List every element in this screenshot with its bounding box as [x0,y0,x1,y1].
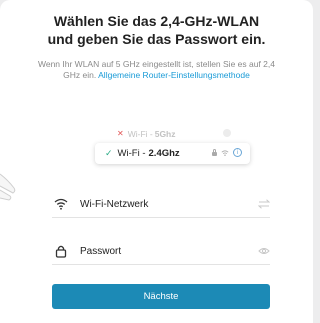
info-icon: i [233,148,242,157]
wifi-network-label: Wi-Fi-Netzwerk [80,198,149,210]
band-24ghz-name: 2.4Ghz [148,148,180,159]
small-wifi-icon [221,149,229,156]
wifi-network-field[interactable]: Wi-Fi-Netzwerk [52,191,270,218]
wifi-icon [54,198,68,210]
small-lock-icon [212,148,217,156]
band-status-icons: i [212,148,242,157]
cross-icon: ✕ [117,129,124,138]
lock-icon [55,245,67,258]
router-settings-link[interactable]: Allgemeine Router-Einstellungsmethode [98,70,250,80]
next-button[interactable]: Nächste [52,284,270,309]
dot-icon [223,129,231,137]
password-field[interactable]: Passwort [52,238,270,265]
page-title: Wählen Sie das 2,4-GHz-WLAN und geben Si… [47,13,266,47]
band-24ghz-prefix: Wi-Fi - [117,148,146,159]
band-24ghz-row: ✓ Wi-Fi - 2.4Ghz i [95,143,250,164]
band-5ghz-prefix: Wi-Fi - [127,128,153,139]
check-icon: ✓ [105,148,113,158]
swap-icon[interactable] [258,199,270,209]
setup-sheet: Wählen Sie das 2,4-GHz-WLAN und geben Si… [0,0,313,323]
band-illustration: ✕ Wi-Fi - 5Ghz ✓ Wi-Fi - 2.4Ghz i [95,124,250,164]
band-5ghz-row: ✕ Wi-Fi - 5Ghz [105,124,239,143]
band-5ghz-name: 5Ghz [154,128,176,139]
description: Wenn Ihr WLAN auf 5 GHz eingestellt ist,… [30,59,283,81]
password-label: Passwort [80,245,122,257]
hand-pointer-icon [0,173,16,201]
eye-icon[interactable] [258,246,270,256]
